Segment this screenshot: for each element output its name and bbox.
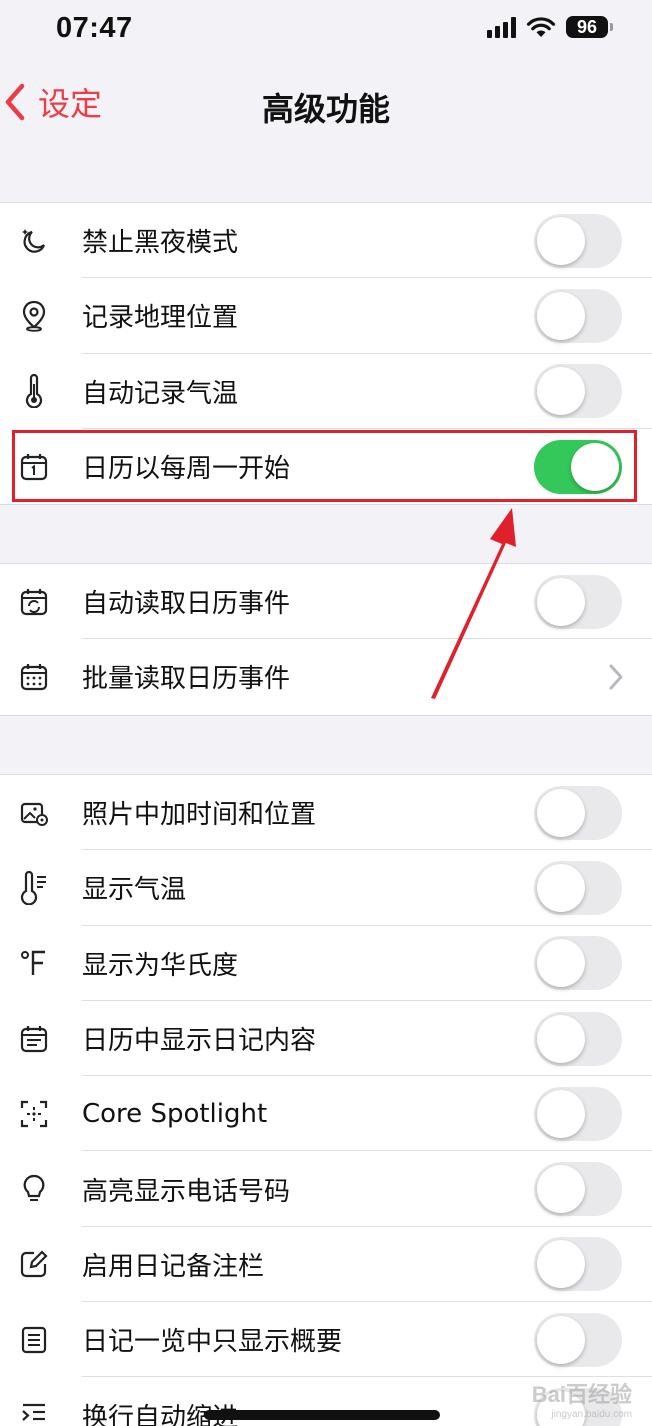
row-label: 显示气温 <box>82 875 187 906</box>
fahrenheit-icon <box>18 947 50 979</box>
status-bar: 07:47 96 <box>0 0 652 62</box>
row-batch-read-calendar-events[interactable]: 批量读取日历事件 <box>0 639 652 714</box>
row-record-location: 记录地理位置 <box>0 278 652 354</box>
row-week-starts-monday: 日历以每周一开始 <box>0 429 652 504</box>
row-label: 日历中显示日记内容 <box>82 1026 317 1057</box>
toggle-knob <box>537 577 585 626</box>
toggle-knob <box>537 1014 585 1063</box>
battery-indicator: 96 <box>566 16 613 38</box>
row-calendar-show-diary: 日历中显示日记内容 <box>0 1001 652 1077</box>
row-label: 启用日记备注栏 <box>82 1251 265 1282</box>
row-auto-read-calendar-events: 自动读取日历事件 <box>0 564 652 640</box>
toggle-knob <box>537 291 585 340</box>
toggle-switch[interactable] <box>534 1086 622 1141</box>
toggle-switch[interactable] <box>534 1162 622 1217</box>
toggle-knob <box>537 1089 585 1138</box>
toggle-switch[interactable] <box>534 785 622 840</box>
row-label: 显示为华氏度 <box>82 950 239 981</box>
toggle-switch[interactable] <box>534 288 622 343</box>
toggle-knob <box>537 1165 585 1214</box>
toggle-switch[interactable] <box>534 1011 622 1066</box>
toggle-knob <box>571 442 619 491</box>
calendar-lines-icon <box>18 1023 50 1055</box>
row-label: 高亮显示电话号码 <box>82 1176 291 1207</box>
status-time: 07:47 <box>56 12 133 44</box>
row-label: 照片中加时间和位置 <box>82 800 317 831</box>
wifi-icon <box>526 17 556 37</box>
toggle-knob <box>537 367 585 416</box>
photo-location-icon <box>18 797 50 829</box>
toggle-switch[interactable] <box>534 574 622 629</box>
row-core-spotlight: Core Spotlight <box>0 1076 652 1152</box>
thermometer-lines-icon <box>18 870 50 905</box>
watermark-sub: jingyan.baidu.com <box>551 1409 632 1420</box>
home-indicator <box>204 1410 440 1420</box>
toggle-knob <box>537 939 585 988</box>
calendar-sync-icon <box>18 586 50 618</box>
thermometer-icon <box>18 374 50 409</box>
toggle-knob <box>537 216 585 265</box>
row-photo-time-location: 照片中加时间和位置 <box>0 775 652 851</box>
toggle-knob <box>537 1315 585 1364</box>
row-disable-dark-mode: 禁止黑夜模式 <box>0 203 652 279</box>
calendar-one-icon <box>18 451 50 483</box>
row-label: 批量读取日历事件 <box>82 664 291 695</box>
settings-group-calendar: 自动读取日历事件 批量读取日历事件 <box>0 563 652 716</box>
row-highlight-phone-numbers: 高亮显示电话号码 <box>0 1151 652 1227</box>
toggle-switch[interactable] <box>534 213 622 268</box>
indent-icon <box>18 1399 50 1426</box>
row-label: 记录地理位置 <box>82 303 239 334</box>
settings-group-display: 照片中加时间和位置 显示气温 显示为华氏度 日历中显示日记内容 Core Spo… <box>0 774 652 1426</box>
toggle-switch[interactable] <box>534 439 622 494</box>
row-auto-record-temperature: 自动记录气温 <box>0 354 652 429</box>
note-edit-icon <box>18 1248 50 1280</box>
toggle-switch[interactable] <box>534 1237 622 1292</box>
toggle-switch[interactable] <box>534 936 622 991</box>
row-summary-only: 日记一览中只显示概要 <box>0 1302 652 1378</box>
navigation-bar: 设定 高级功能 <box>0 62 652 146</box>
list-doc-icon <box>18 1324 50 1356</box>
row-label: 自动读取日历事件 <box>82 589 291 620</box>
row-show-fahrenheit: 显示为华氏度 <box>0 926 652 1001</box>
row-show-temperature: 显示气温 <box>0 850 652 926</box>
watermark: Bai百经验 jingyan.baidu.com <box>532 1377 632 1420</box>
watermark-main: Bai百经验 <box>531 1382 632 1407</box>
moon-stars-icon <box>18 225 50 257</box>
page-title: 高级功能 <box>261 90 390 128</box>
toggle-knob <box>537 788 585 837</box>
toggle-knob <box>537 863 585 912</box>
spotlight-scan-icon <box>18 1098 50 1130</box>
row-enable-diary-notes: 启用日记备注栏 <box>0 1227 652 1303</box>
lightbulb-icon <box>18 1173 50 1205</box>
row-label: 日历以每周一开始 <box>82 454 291 485</box>
map-pin-icon <box>18 300 50 332</box>
status-indicators: 96 <box>487 16 613 38</box>
row-label: 日记一览中只显示概要 <box>82 1327 343 1358</box>
calendar-grid-icon <box>18 661 50 693</box>
toggle-knob <box>537 1240 585 1289</box>
toggle-switch[interactable] <box>534 1312 622 1367</box>
toggle-switch[interactable] <box>534 860 622 915</box>
annotation-arrow-icon <box>431 508 516 699</box>
row-label: Core Spotlight <box>82 1098 268 1129</box>
row-label: 自动记录气温 <box>82 378 239 409</box>
row-label: 禁止黑夜模式 <box>82 228 239 259</box>
chevron-right-icon <box>609 664 623 690</box>
settings-group-general: 禁止黑夜模式 记录地理位置 自动记录气温 日历以每周一开始 <box>0 202 652 506</box>
toggle-switch[interactable] <box>534 364 622 419</box>
cellular-signal-icon <box>487 16 516 38</box>
